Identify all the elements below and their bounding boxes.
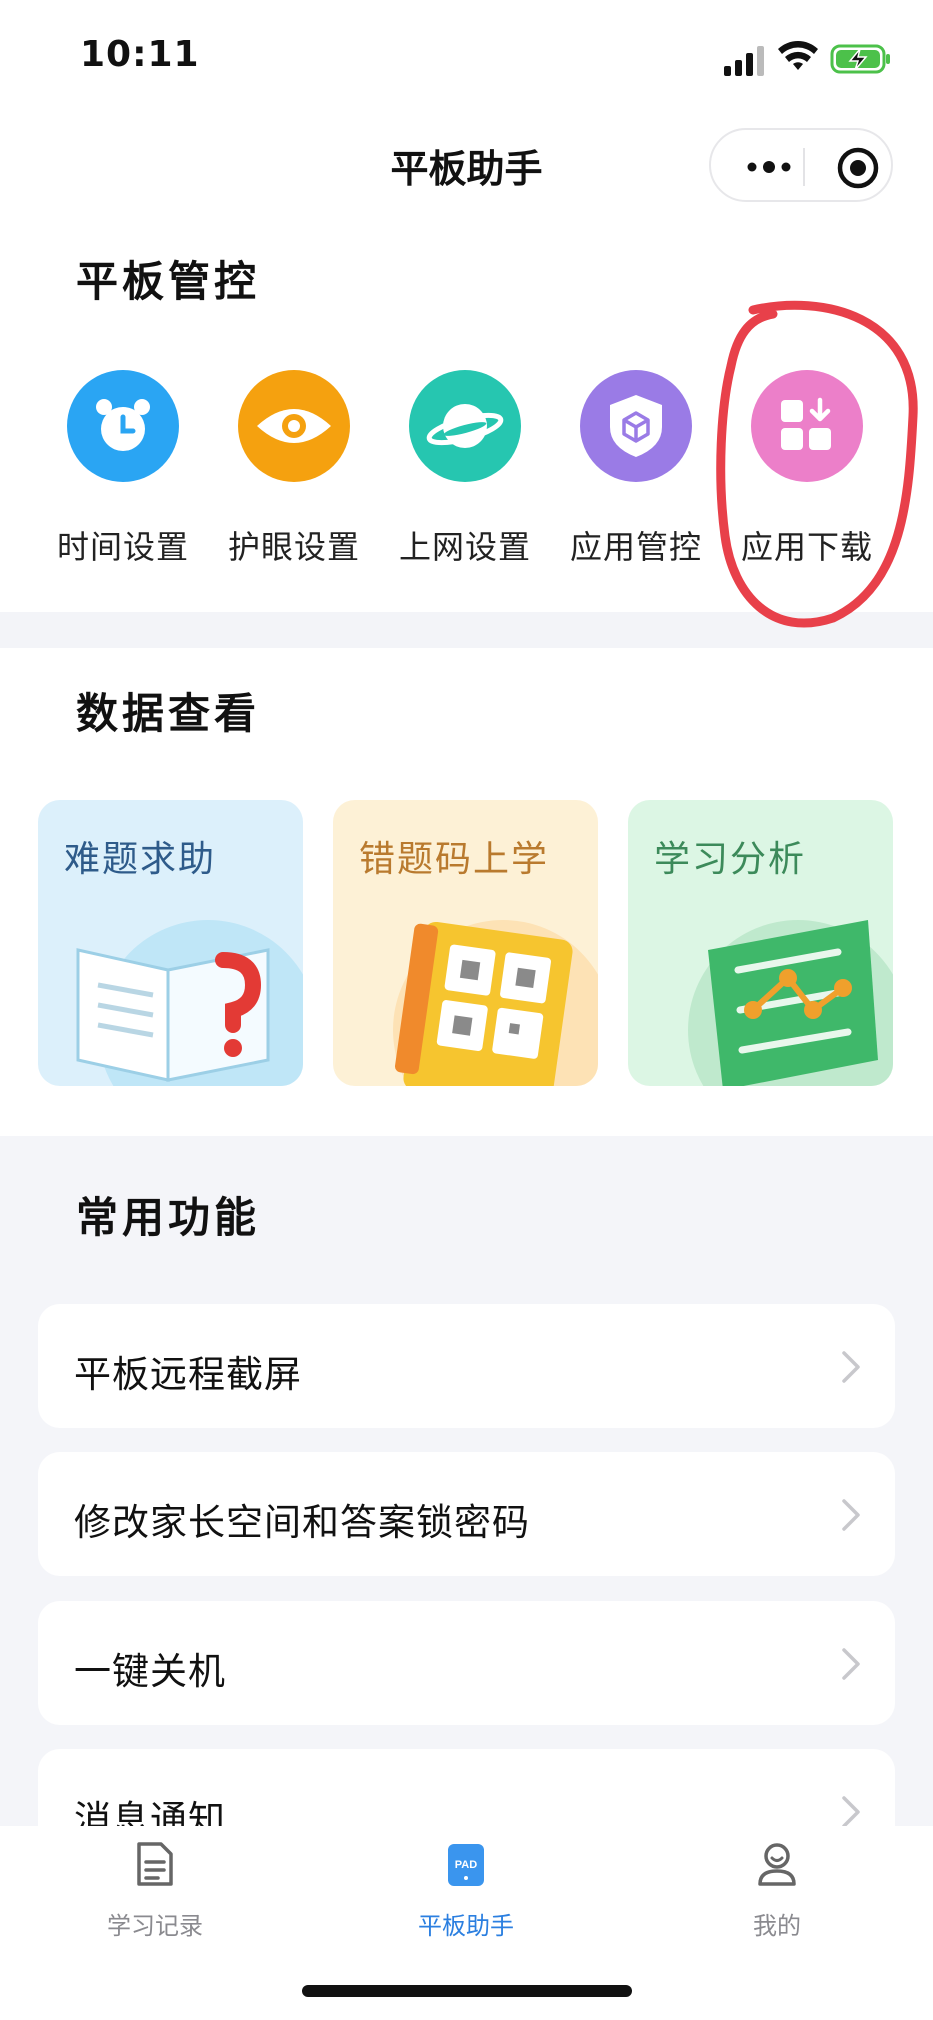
capsule-divider [803,148,805,186]
shield-cube-icon [610,395,662,457]
control-item-time[interactable]: 时间设置 [38,370,208,568]
close-target-icon[interactable] [837,147,879,189]
control-item-label: 上网设置 [398,528,531,566]
chevron-right-icon [842,1796,860,1828]
row-change-password[interactable]: 修改家长空间和答案锁密码 [38,1452,895,1576]
card-label: 错题码上学 [359,839,550,880]
tab-label: 学习记录 [107,1912,203,1940]
row-power-off[interactable]: 一键关机 [38,1601,895,1725]
app-control-icon-circle [580,370,692,482]
control-item-app-control[interactable]: 应用管控 [551,370,721,568]
control-item-internet[interactable]: 上网设置 [380,370,550,568]
chevron-right-icon [842,1648,860,1680]
qr-notebook-icon [393,920,598,1086]
status-time: 10:11 [80,34,200,75]
tab-pad-assistant[interactable]: PAD 平板助手 [366,1840,566,1941]
pad-icon: PAD [448,1844,484,1886]
row-label: 一键关机 [74,1650,226,1693]
pad-badge-text: PAD [455,1859,477,1871]
control-item-label: 应用管控 [569,528,702,566]
tab-label: 我的 [753,1912,801,1940]
chevron-right-icon [842,1351,860,1383]
miniprogram-capsule [709,128,893,202]
row-remote-screenshot[interactable]: 平板远程截屏 [38,1304,895,1428]
tab-me[interactable]: 我的 [677,1840,877,1941]
control-item-label: 时间设置 [56,528,189,566]
eye-icon [257,409,331,443]
home-indicator [302,1985,632,1997]
tab-study-records[interactable]: 学习记录 [55,1840,255,1941]
row-label: 平板远程截屏 [74,1353,302,1396]
planet-icon [426,404,504,448]
user-icon [758,1843,796,1886]
document-icon [137,1842,173,1886]
control-section-title: 平板管控 [76,257,261,306]
internet-icon-circle [409,370,521,482]
annotation-circle [716,300,918,628]
card-wrong-question-code[interactable]: 错题码上学 [333,800,598,1086]
book-question-icon [76,920,303,1086]
card-learning-analysis[interactable]: 学习分析 [628,800,893,1086]
more-dots-icon [747,161,791,173]
control-item-label: 护眼设置 [227,528,360,566]
alarm-clock-icon [96,399,150,451]
battery-charging-icon [830,44,890,74]
control-item-eye[interactable]: 护眼设置 [209,370,379,568]
common-section-title: 常用功能 [76,1193,261,1242]
wifi-icon [778,41,818,70]
cellular-signal-icon [724,46,764,76]
row-label: 修改家长空间和答案锁密码 [74,1501,530,1544]
time-icon-circle [67,370,179,482]
data-section-title: 数据查看 [76,689,261,738]
analysis-chart-icon [688,920,893,1086]
tab-label: 平板助手 [418,1912,514,1940]
card-problem-help[interactable]: 难题求助 [38,800,303,1086]
more-button[interactable] [739,148,799,186]
card-label: 难题求助 [64,839,217,880]
eye-icon-circle [238,370,350,482]
card-label: 学习分析 [654,839,807,880]
chevron-right-icon [842,1499,860,1531]
